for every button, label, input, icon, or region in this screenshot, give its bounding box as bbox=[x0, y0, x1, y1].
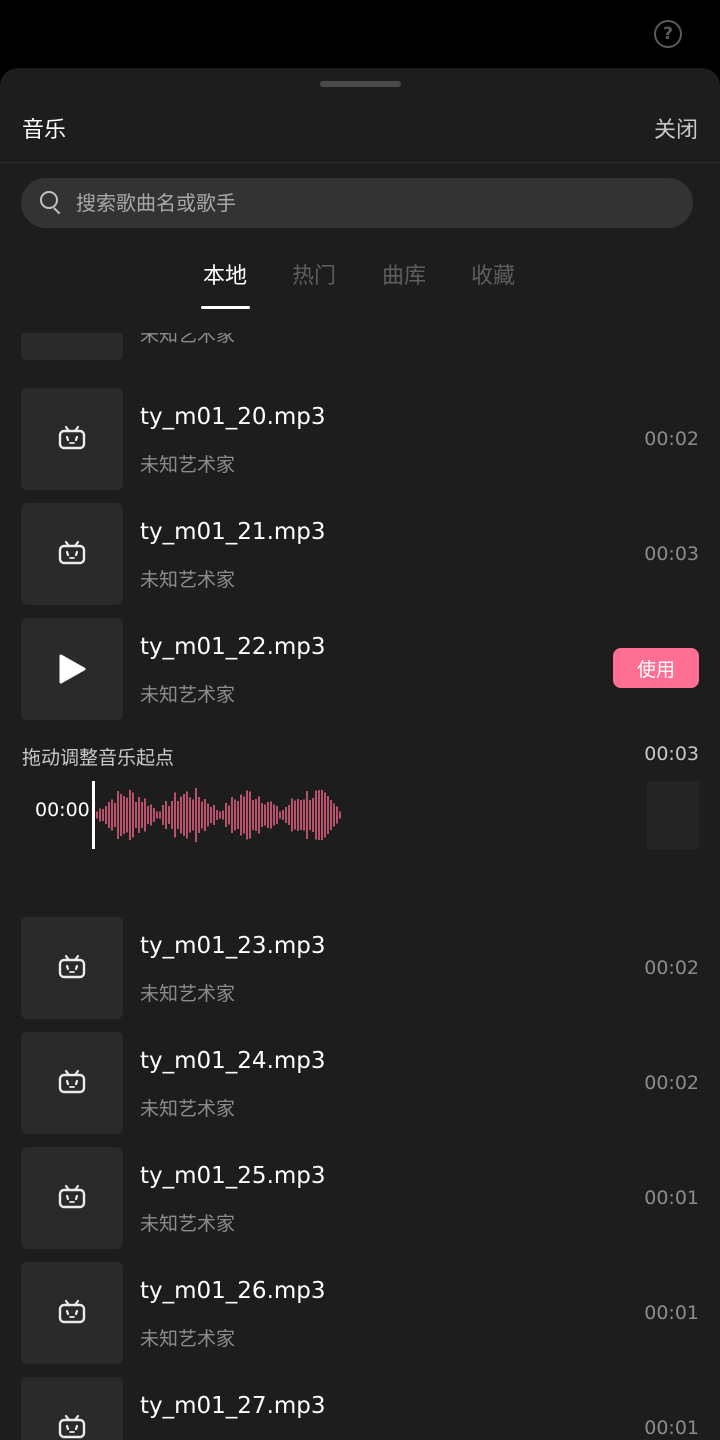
list-item[interactable]: ty_m01_23.mp3 未知艺术家 00:02 bbox=[0, 917, 720, 1021]
list-item[interactable]: ty_m01_20.mp3 未知艺术家 00:02 bbox=[0, 388, 720, 492]
tab-active-indicator bbox=[201, 306, 250, 309]
song-artist: 未知艺术家 bbox=[140, 333, 236, 346]
tab-hot[interactable]: 热门 bbox=[292, 258, 336, 290]
list-item[interactable]: ty_m01_27.mp3 00:01 bbox=[0, 1377, 720, 1440]
song-name: ty_m01_27.mp3 bbox=[140, 1393, 326, 1419]
tab-library[interactable]: 曲库 bbox=[382, 258, 426, 290]
play-icon bbox=[59, 654, 86, 684]
search-input[interactable] bbox=[76, 191, 636, 215]
close-button[interactable]: 关闭 bbox=[654, 112, 698, 144]
song-artist: 未知艺术家 bbox=[140, 1213, 236, 1235]
trim-start-time: 00:00 bbox=[35, 799, 90, 821]
tab-local[interactable]: 本地 bbox=[203, 258, 247, 290]
song-duration: 00:01 bbox=[644, 1302, 699, 1324]
song-name: ty_m01_25.mp3 bbox=[140, 1163, 326, 1189]
search-icon bbox=[40, 191, 64, 215]
music-sheet: 音乐 关闭 本地 热门 曲库 收藏 未知艺术家 ty_m01_20.mp3 未知… bbox=[0, 68, 720, 1440]
song-duration: 00:03 bbox=[644, 543, 699, 565]
song-name: ty_m01_20.mp3 bbox=[140, 404, 326, 430]
song-name: ty_m01_21.mp3 bbox=[140, 519, 326, 545]
list-item[interactable]: ty_m01_26.mp3 未知艺术家 00:01 bbox=[0, 1262, 720, 1366]
waveform[interactable] bbox=[96, 781, 346, 849]
bilibili-tv-icon bbox=[58, 1184, 86, 1209]
song-artist: 未知艺术家 bbox=[140, 1328, 236, 1350]
song-artist: 未知艺术家 bbox=[140, 1098, 236, 1120]
list-item[interactable]: ty_m01_21.mp3 未知艺术家 00:03 bbox=[0, 503, 720, 607]
song-thumb bbox=[21, 1262, 123, 1364]
search-bar[interactable] bbox=[21, 178, 693, 228]
song-duration: 00:02 bbox=[644, 428, 699, 450]
song-list[interactable]: 未知艺术家 ty_m01_20.mp3 未知艺术家 00:02 ty_m01_2… bbox=[0, 333, 720, 1440]
song-duration: 00:01 bbox=[644, 1187, 699, 1209]
song-duration: 00:01 bbox=[644, 1417, 699, 1439]
song-artist: 未知艺术家 bbox=[140, 569, 236, 591]
song-thumb bbox=[21, 333, 123, 360]
song-thumb bbox=[21, 1147, 123, 1249]
top-bar: ? bbox=[0, 0, 720, 68]
trim-end-region bbox=[647, 781, 699, 849]
song-name: ty_m01_22.mp3 bbox=[140, 634, 326, 660]
song-name: ty_m01_26.mp3 bbox=[140, 1278, 326, 1304]
song-thumb bbox=[21, 388, 123, 490]
song-name: ty_m01_23.mp3 bbox=[140, 933, 326, 959]
song-duration: 00:02 bbox=[644, 957, 699, 979]
help-icon[interactable]: ? bbox=[654, 20, 682, 48]
song-duration: 00:02 bbox=[644, 1072, 699, 1094]
sheet-title: 音乐 bbox=[22, 118, 67, 143]
song-thumb bbox=[21, 917, 123, 1019]
trim-duration: 00:03 bbox=[644, 743, 699, 765]
playhead-handle[interactable] bbox=[92, 781, 95, 849]
list-item[interactable]: 未知艺术家 bbox=[0, 333, 720, 362]
list-item[interactable]: ty_m01_25.mp3 未知艺术家 00:01 bbox=[0, 1147, 720, 1251]
bilibili-tv-icon bbox=[58, 540, 86, 565]
list-item-selected[interactable]: ty_m01_22.mp3 未知艺术家 使用 bbox=[0, 618, 720, 722]
song-thumb bbox=[21, 503, 123, 605]
trim-panel: 拖动调整音乐起点 00:03 00:00 bbox=[0, 733, 720, 893]
use-button[interactable]: 使用 bbox=[613, 648, 699, 688]
song-name: ty_m01_24.mp3 bbox=[140, 1048, 326, 1074]
song-artist: 未知艺术家 bbox=[140, 454, 236, 476]
list-item[interactable]: ty_m01_24.mp3 未知艺术家 00:02 bbox=[0, 1032, 720, 1136]
sheet-grabber[interactable] bbox=[320, 81, 401, 87]
song-thumb-playing[interactable] bbox=[21, 618, 123, 720]
header-divider bbox=[0, 162, 720, 163]
bilibili-tv-icon bbox=[58, 1414, 86, 1439]
song-thumb bbox=[21, 1377, 123, 1440]
bilibili-tv-icon bbox=[58, 954, 86, 979]
bilibili-tv-icon bbox=[58, 1299, 86, 1324]
bilibili-tv-icon bbox=[58, 425, 86, 450]
song-artist: 未知艺术家 bbox=[140, 983, 236, 1005]
trim-label: 拖动调整音乐起点 bbox=[22, 747, 175, 769]
song-artist: 未知艺术家 bbox=[140, 684, 236, 706]
song-thumb bbox=[21, 1032, 123, 1134]
tab-favorites[interactable]: 收藏 bbox=[471, 258, 515, 290]
bilibili-tv-icon bbox=[58, 1069, 86, 1094]
tab-bar: 本地 热门 曲库 收藏 bbox=[0, 258, 720, 314]
